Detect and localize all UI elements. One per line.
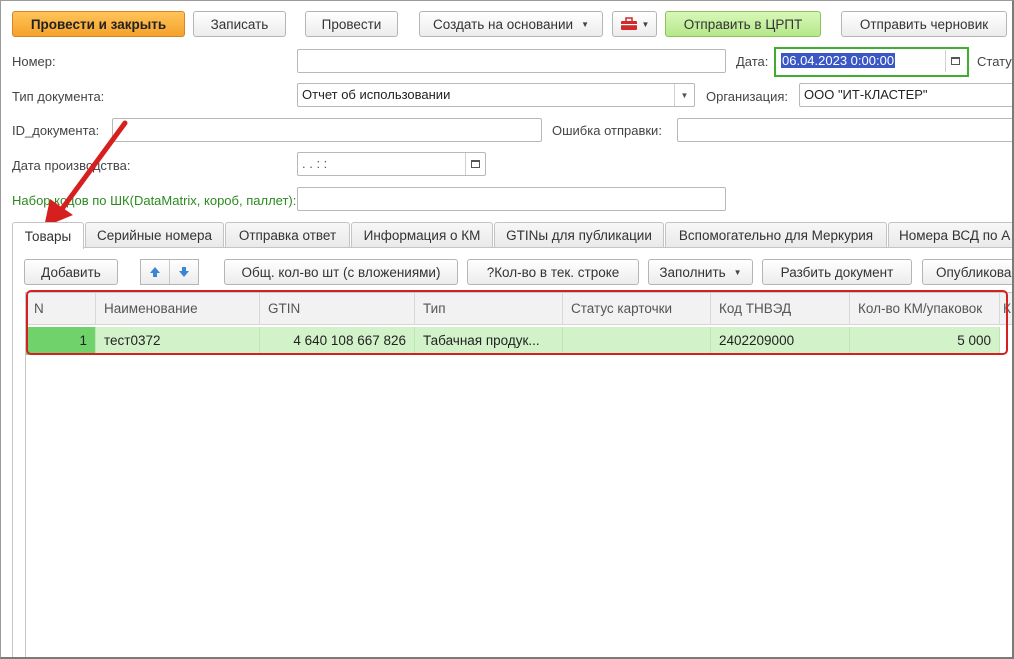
annotation-arrow xyxy=(44,120,128,227)
document-window: Провести и закрыть Записать Провести Соз… xyxy=(0,0,1014,659)
tab-goods[interactable]: Товары xyxy=(12,222,84,249)
